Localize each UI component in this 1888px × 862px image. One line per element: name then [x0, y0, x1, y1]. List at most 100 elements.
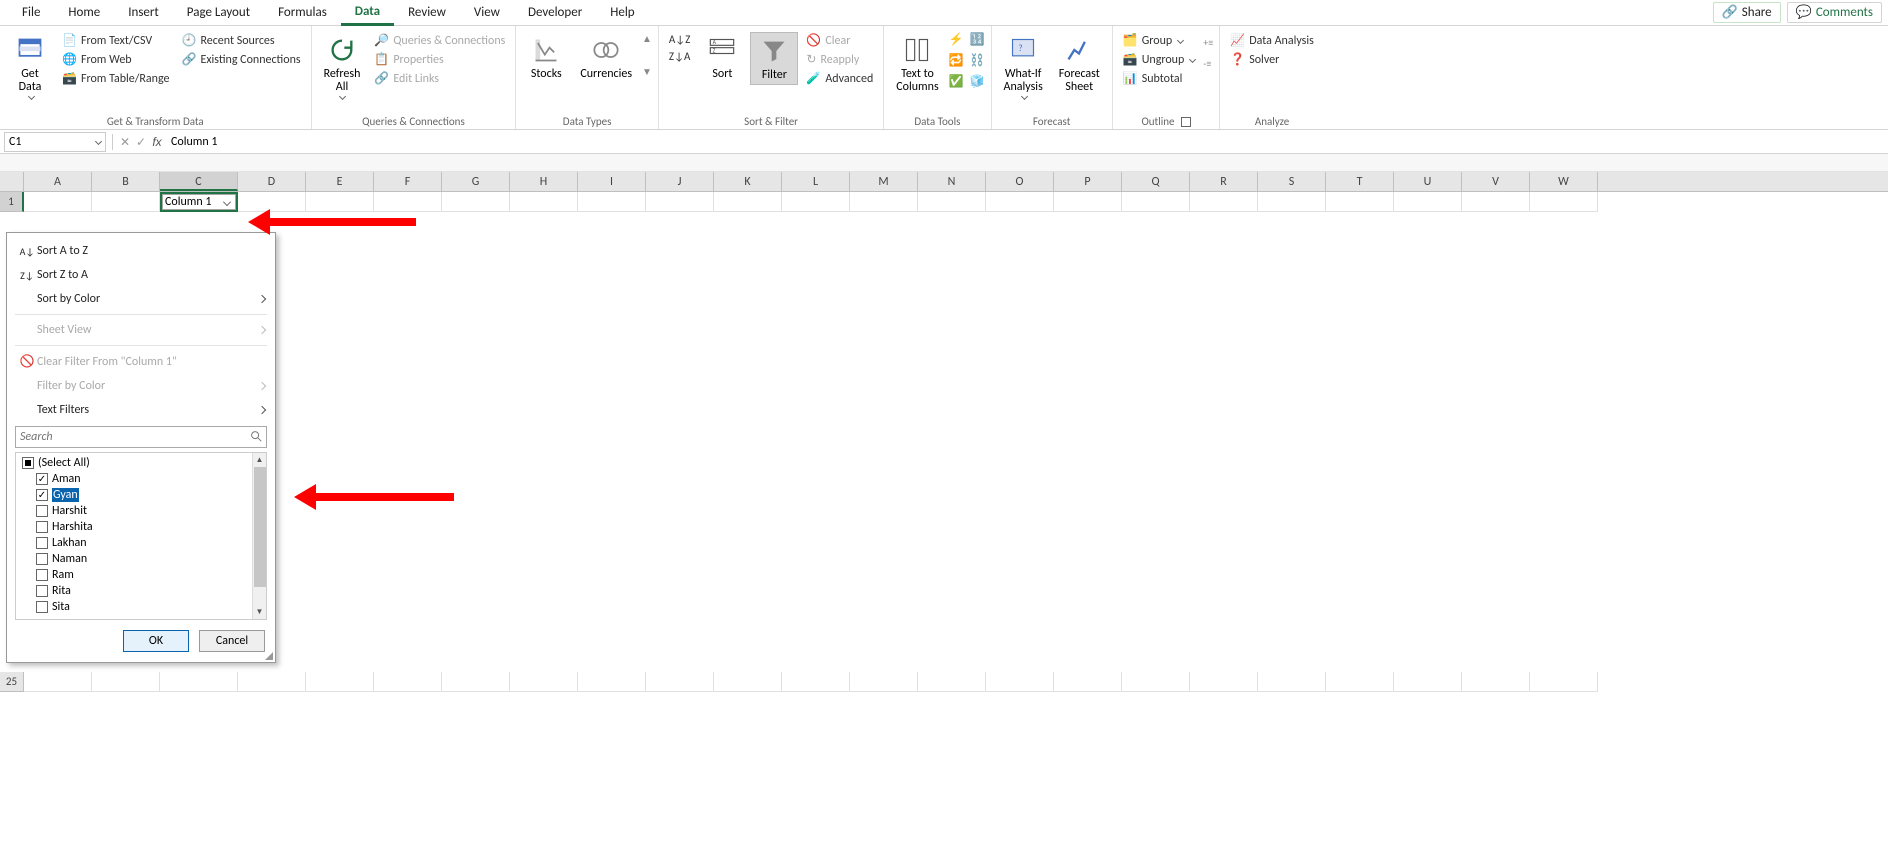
cell[interactable]: [442, 192, 510, 212]
filter-item[interactable]: Aman: [18, 471, 250, 487]
checkbox[interactable]: [36, 521, 48, 533]
cell[interactable]: [24, 192, 92, 212]
data-model-icon[interactable]: 🧊: [970, 74, 985, 89]
solver[interactable]: ❓Solver: [1226, 51, 1318, 68]
datatypes-down[interactable]: ▼: [642, 65, 652, 78]
cancel-button[interactable]: Cancel: [199, 630, 265, 652]
cell[interactable]: [1326, 672, 1394, 692]
checkbox[interactable]: [36, 553, 48, 565]
tab-formulas[interactable]: Formulas: [264, 1, 341, 24]
cell[interactable]: [374, 192, 442, 212]
tab-file[interactable]: File: [8, 1, 54, 24]
chevron-down-icon[interactable]: [95, 138, 102, 145]
advanced-filter[interactable]: 🧪Advanced: [802, 70, 877, 87]
subtotal-btn[interactable]: 📊Subtotal: [1119, 70, 1200, 87]
cell[interactable]: [92, 192, 160, 212]
tab-pagelayout[interactable]: Page Layout: [173, 1, 264, 24]
cell[interactable]: [578, 672, 646, 692]
recent-sources[interactable]: 🕘Recent Sources: [178, 32, 305, 49]
data-analysis[interactable]: 📈Data Analysis: [1226, 32, 1318, 49]
filter-search-input[interactable]: [15, 426, 267, 448]
currencies-button[interactable]: Currencies: [574, 32, 638, 83]
checkbox[interactable]: [36, 505, 48, 517]
enter-formula-icon[interactable]: ✓: [133, 134, 149, 150]
sort-button[interactable]: AZ Sort: [698, 32, 746, 83]
cell[interactable]: [1122, 192, 1190, 212]
sort-z-to-a[interactable]: Z↓Sort Z to A: [7, 263, 275, 287]
forecast-sheet-button[interactable]: Forecast Sheet: [1053, 32, 1106, 96]
relationships-icon[interactable]: ⛓️: [970, 53, 985, 68]
tab-home[interactable]: Home: [54, 1, 114, 24]
cell[interactable]: [714, 192, 782, 212]
column-header[interactable]: W: [1530, 172, 1598, 191]
cell[interactable]: [1530, 192, 1598, 212]
checkbox[interactable]: [36, 489, 48, 501]
cell[interactable]: [1530, 672, 1598, 692]
cell[interactable]: [1054, 672, 1122, 692]
refresh-all-button[interactable]: Refresh All: [318, 32, 367, 101]
whatif-button[interactable]: ? What-If Analysis: [998, 32, 1049, 101]
column-header[interactable]: Q: [1122, 172, 1190, 191]
row-header[interactable]: 25: [0, 672, 24, 692]
text-to-columns[interactable]: Text to Columns: [890, 32, 944, 96]
column-header[interactable]: M: [850, 172, 918, 191]
cell[interactable]: [374, 672, 442, 692]
show-detail-icon[interactable]: +≡: [1203, 36, 1213, 49]
cell[interactable]: [306, 192, 374, 212]
column-header[interactable]: C: [160, 172, 238, 191]
cell[interactable]: [510, 192, 578, 212]
data-validation-icon[interactable]: ✅: [949, 74, 964, 89]
column-header[interactable]: G: [442, 172, 510, 191]
cell[interactable]: [1462, 192, 1530, 212]
tab-help[interactable]: Help: [596, 1, 648, 24]
column-header[interactable]: A: [24, 172, 92, 191]
cell[interactable]: [1190, 192, 1258, 212]
cell[interactable]: [714, 672, 782, 692]
column-header[interactable]: K: [714, 172, 782, 191]
sort-desc-small[interactable]: Z↓A: [665, 49, 694, 64]
column-header[interactable]: P: [1054, 172, 1122, 191]
scrollbar[interactable]: ▲ ▼: [252, 453, 266, 619]
cell[interactable]: [782, 192, 850, 212]
cell[interactable]: [646, 672, 714, 692]
column-header[interactable]: O: [986, 172, 1054, 191]
column-header[interactable]: H: [510, 172, 578, 191]
select-all-corner[interactable]: [0, 172, 24, 191]
checkbox[interactable]: [36, 473, 48, 485]
remove-duplicates-icon[interactable]: 🔁: [949, 53, 964, 68]
sort-a-to-z[interactable]: A↓Sort A to Z: [7, 239, 275, 263]
cell[interactable]: [986, 192, 1054, 212]
filter-item[interactable]: Lakhan: [18, 535, 250, 551]
dialog-launcher-icon[interactable]: [1181, 117, 1191, 127]
flash-fill-icon[interactable]: ⚡: [949, 32, 964, 47]
cell[interactable]: [850, 192, 918, 212]
existing-connections[interactable]: 🔗Existing Connections: [178, 51, 305, 68]
datatypes-up[interactable]: ▲: [642, 32, 652, 45]
filter-item[interactable]: Sita: [18, 599, 250, 615]
cell[interactable]: [510, 672, 578, 692]
cell[interactable]: [918, 672, 986, 692]
column-header[interactable]: I: [578, 172, 646, 191]
cell[interactable]: [1258, 192, 1326, 212]
cell[interactable]: [1394, 192, 1462, 212]
filter-item[interactable]: (Select All): [18, 455, 250, 471]
column-header[interactable]: T: [1326, 172, 1394, 191]
tab-data[interactable]: Data: [341, 0, 394, 26]
cell[interactable]: [1462, 672, 1530, 692]
scroll-down-icon[interactable]: ▼: [253, 605, 266, 619]
cell[interactable]: [782, 672, 850, 692]
resize-handle-icon[interactable]: [265, 652, 273, 660]
filter-item[interactable]: Harshit: [18, 503, 250, 519]
cell[interactable]: [1122, 672, 1190, 692]
comments-button[interactable]: 💬Comments: [1787, 2, 1882, 23]
cell[interactable]: [442, 672, 510, 692]
filter-item[interactable]: Gyan: [18, 487, 250, 503]
filter-item[interactable]: Harshita: [18, 519, 250, 535]
scroll-thumb[interactable]: [254, 467, 266, 587]
cell[interactable]: [646, 192, 714, 212]
column-header[interactable]: E: [306, 172, 374, 191]
fx-icon[interactable]: fx: [149, 134, 165, 150]
from-web[interactable]: 🌐From Web: [58, 51, 174, 68]
filter-button[interactable]: Filter: [750, 32, 798, 85]
formula-input[interactable]: Column 1: [165, 133, 1888, 151]
